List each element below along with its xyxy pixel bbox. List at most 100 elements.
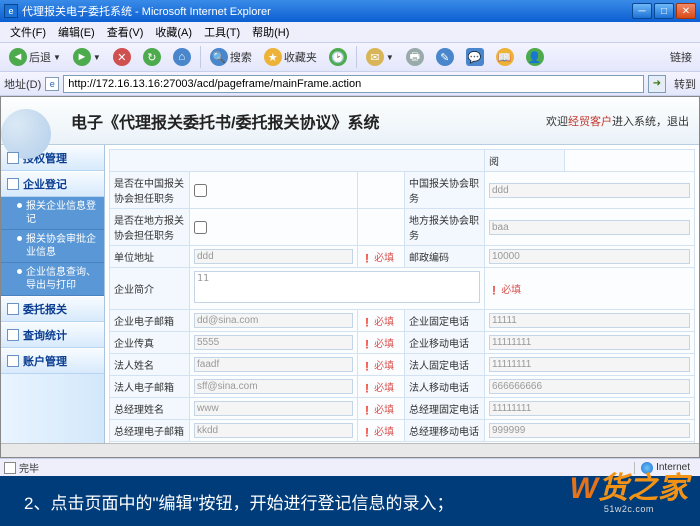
sidebar-item-account[interactable]: 账户管理 <box>1 348 104 374</box>
status-text: 完毕 <box>19 460 39 475</box>
required-badge: 必填 <box>362 427 394 438</box>
research-button[interactable]: 📖 <box>491 45 519 69</box>
annotation-text: 2、点击页面中的"编辑"按钮，开始进行登记信息的录入； <box>24 489 454 514</box>
menu-edit[interactable]: 编辑(E) <box>54 22 99 42</box>
email-label: 企业电子邮箱 <box>110 310 190 332</box>
window-titlebar: e 代理报关电子委托系统 - Microsoft Internet Explor… <box>0 0 700 22</box>
refresh-button[interactable]: ↻ <box>138 45 166 69</box>
profile-input[interactable]: 11 <box>194 271 480 303</box>
gm-mobtel-input[interactable] <box>489 423 690 438</box>
legal-fixtel-input[interactable] <box>489 357 690 372</box>
welcome-text: 欢迎经贸客户进入系统，退出 <box>546 113 689 129</box>
print-button[interactable]: 🖶 <box>401 45 429 69</box>
go-button[interactable]: ➜ <box>648 75 666 93</box>
local-assoc-pos-input[interactable] <box>489 220 690 235</box>
legal-email-label: 法人电子邮箱 <box>110 376 190 398</box>
address-label: 地址(D) <box>4 76 41 92</box>
menu-favorites[interactable]: 收藏(A) <box>151 22 196 42</box>
tutorial-annotation: 2、点击页面中的"编辑"按钮，开始进行登记信息的录入； W货之家 51w2c.c… <box>0 476 700 526</box>
local-assoc-pos-label: 地方报关协会职务 <box>405 209 485 246</box>
watermark: W货之家 51w2c.com <box>570 474 688 514</box>
sidebar-sub-enterprise-reg[interactable]: 报关企业信息登记 <box>1 197 104 230</box>
menu-view[interactable]: 查看(V) <box>103 22 148 42</box>
postcode-label: 邮政编码 <box>405 246 485 268</box>
cn-assoc-pos-input[interactable] <box>489 183 690 198</box>
sidebar-sub-assoc-approve[interactable]: 报关协会审批企业信息 <box>1 230 104 263</box>
sidebar-item-entrust[interactable]: 委托报关 <box>1 296 104 322</box>
page-icon: e <box>45 77 59 91</box>
required-badge: 必填 <box>489 285 521 296</box>
mail-button[interactable]: ✉▼ <box>361 45 399 69</box>
window-title: 代理报关电子委托系统 - Microsoft Internet Explorer <box>22 3 271 19</box>
mobtel-input[interactable] <box>489 335 690 350</box>
links-label: 链接 <box>670 49 692 65</box>
legal-mobtel-input[interactable] <box>489 379 690 394</box>
mobtel-label: 企业移动电话 <box>405 332 485 354</box>
gm-email-input[interactable] <box>194 423 353 438</box>
doc-icon <box>7 329 19 341</box>
sidebar-item-register[interactable]: 企业登记 <box>1 171 104 197</box>
fax-label: 企业传真 <box>110 332 190 354</box>
window-controls: ─ □ ✕ <box>632 3 696 19</box>
required-badge: 必填 <box>362 317 394 328</box>
local-assoc-label: 是否在地方报关协会担任职务 <box>110 209 190 246</box>
cn-assoc-checkbox[interactable] <box>194 184 207 197</box>
required-badge: 必填 <box>362 339 394 350</box>
maximize-button[interactable]: □ <box>654 3 674 19</box>
doc-icon <box>7 355 19 367</box>
separator <box>200 46 201 68</box>
minimize-button[interactable]: ─ <box>632 3 652 19</box>
postcode-input[interactable] <box>489 249 690 264</box>
local-assoc-checkbox[interactable] <box>194 221 207 234</box>
menu-tools[interactable]: 工具(T) <box>200 22 244 42</box>
horizontal-scrollbar[interactable] <box>1 443 699 457</box>
gm-fixtel-label: 总经理固定电话 <box>405 398 485 420</box>
cn-assoc-pos-label: 中国报关协会职务 <box>405 172 485 209</box>
fixtel-input[interactable] <box>489 313 690 328</box>
toolbar: ◄后退▼ ►▼ ✕ ↻ ⌂ 🔍搜索 ★收藏夹 🕑 ✉▼ 🖶 ✎ 💬 📖 👤 链接 <box>0 42 700 72</box>
sidebar-item-query[interactable]: 查询统计 <box>1 322 104 348</box>
doc-icon <box>7 178 19 190</box>
forward-button[interactable]: ►▼ <box>68 45 106 69</box>
close-button[interactable]: ✕ <box>676 3 696 19</box>
gm-name-label: 总经理姓名 <box>110 398 190 420</box>
menu-file[interactable]: 文件(F) <box>6 22 50 42</box>
gm-name-input[interactable] <box>194 401 353 416</box>
back-button[interactable]: ◄后退▼ <box>4 45 66 69</box>
discuss-button[interactable]: 💬 <box>461 45 489 69</box>
addr-label: 单位地址 <box>110 246 190 268</box>
doc-icon <box>7 152 19 164</box>
legal-mobtel-label: 法人移动电话 <box>405 376 485 398</box>
required-badge: 必填 <box>362 361 394 372</box>
page-done-icon <box>4 462 16 474</box>
sidebar: 授权管理 企业登记 报关企业信息登记 报关协会审批企业信息 企业信息查询、导出与… <box>1 145 105 458</box>
favorites-button[interactable]: ★收藏夹 <box>259 45 322 69</box>
app-icon: e <box>4 4 18 18</box>
form-panel: 阅 是否在中国报关协会担任职务 中国报关协会职务 是否在地方报关协会担任职务 地… <box>105 145 699 458</box>
gm-mobtel-label: 总经理移动电话 <box>405 420 485 442</box>
addr-input[interactable] <box>194 249 353 264</box>
profile-label: 企业简介 <box>110 268 190 310</box>
edit-button[interactable]: ✎ <box>431 45 459 69</box>
sidebar-sub-export-print[interactable]: 企业信息查询、导出与打印 <box>1 263 104 296</box>
address-input[interactable] <box>63 75 644 93</box>
page-header: 电子《代理报关委托书/委托报关协议》系统 欢迎经贸客户进入系统，退出 <box>1 97 699 145</box>
home-button[interactable]: ⌂ <box>168 45 196 69</box>
form-table: 阅 是否在中国报关协会担任职务 中国报关协会职务 是否在地方报关协会担任职务 地… <box>109 149 695 458</box>
required-badge: 必填 <box>362 405 394 416</box>
required-badge: 必填 <box>362 253 394 264</box>
stop-button[interactable]: ✕ <box>108 45 136 69</box>
search-button[interactable]: 🔍搜索 <box>205 45 257 69</box>
history-button[interactable]: 🕑 <box>324 45 352 69</box>
messenger-button[interactable]: 👤 <box>521 45 549 69</box>
legal-fixtel-label: 法人固定电话 <box>405 354 485 376</box>
menu-bar: 文件(F) 编辑(E) 查看(V) 收藏(A) 工具(T) 帮助(H) <box>0 22 700 42</box>
gm-fixtel-input[interactable] <box>489 401 690 416</box>
menu-help[interactable]: 帮助(H) <box>248 22 293 42</box>
gm-email-label: 总经理电子邮箱 <box>110 420 190 442</box>
email-input[interactable] <box>194 313 353 328</box>
doc-icon <box>7 303 19 315</box>
legal-email-input[interactable] <box>194 379 353 394</box>
legal-name-input[interactable] <box>194 357 353 372</box>
fax-input[interactable] <box>194 335 353 350</box>
